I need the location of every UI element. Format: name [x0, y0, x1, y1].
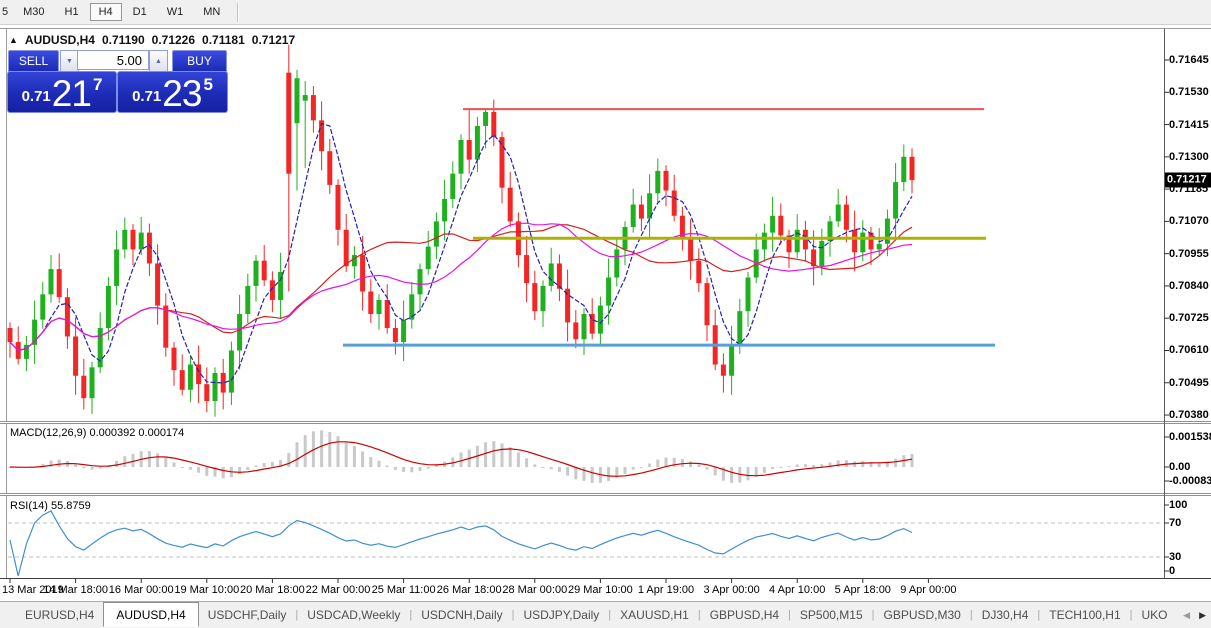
timeframe-toolbar: 5 M30 H1 H4 D1 W1 MN: [0, 0, 1211, 25]
ohlc-low: 0.71181: [202, 33, 245, 47]
chart-tab-bar: EURUSD,H4 AUDUSD,H4 USDCHF,Daily | USDCAD,We…: [0, 601, 1211, 628]
indicator-axis-label: 0.00: [1169, 461, 1191, 473]
bid-price-sup: 7: [92, 75, 103, 94]
indicator-axis-label: -0.000835: [1169, 475, 1211, 487]
price-axis-label: 0.70495: [1169, 376, 1209, 389]
ohlc-close: 0.71217: [251, 33, 296, 47]
bid-price-big: 21: [51, 72, 92, 114]
tab-xauusd-h1[interactable]: XAUUSD,H1: [611, 604, 698, 626]
timeframe-button-h1[interactable]: H1: [56, 3, 88, 21]
timeframe-button-mn[interactable]: MN: [194, 3, 229, 21]
time-axis-label: 22 Mar 00:00: [305, 584, 371, 596]
timeframe-button-d1[interactable]: D1: [124, 3, 156, 21]
timeframe-button-5[interactable]: 5: [1, 3, 12, 21]
tab-usdcad-weekly[interactable]: USDCAD,Weekly: [298, 604, 409, 626]
tab-sp500-m15[interactable]: SP500,M15: [791, 604, 872, 626]
ask-price-prefix: 0.71: [132, 88, 162, 105]
price-axis-label: 0.70380: [1169, 409, 1209, 422]
indicator-axis-label: 100: [1169, 499, 1188, 511]
price-axis-label: 0.70610: [1169, 344, 1209, 357]
time-axis-label: 19 Mar 10:00: [174, 584, 240, 596]
terminal-window: 5 M30 H1 H4 D1 W1 MN ▲ AUDUSD,H4 0.71190 0.712…: [0, 0, 1211, 628]
sell-button[interactable]: SELL: [8, 50, 59, 73]
timeframe-button-m30[interactable]: M30: [14, 3, 53, 21]
ohlc-high: 0.71226: [151, 33, 196, 47]
tab-gbpusd-h4[interactable]: GBPUSD,H4: [701, 604, 788, 626]
tab-scroll-left-icon[interactable]: ◀: [1183, 610, 1190, 621]
price-axis-label: 0.71415: [1169, 118, 1209, 131]
volume-input[interactable]: [77, 50, 149, 70]
time-axis-label: 4 Apr 10:00: [769, 584, 826, 596]
time-axis-label: 1 Apr 19:00: [637, 584, 695, 596]
macd-label: MACD(12,26,9) 0.000392 0.000174: [10, 427, 185, 439]
tab-usdjpy-daily[interactable]: USDJPY,Daily: [514, 604, 608, 626]
indicator-axis-label: 30: [1169, 551, 1182, 563]
price-axis-label: 0.71645: [1169, 54, 1209, 66]
sell-price-button[interactable]: 0.71 21 7: [7, 71, 117, 113]
tab-scroll-arrows: ◀ ▶: [1183, 610, 1206, 621]
time-axis-label: 9 Apr 00:00: [900, 584, 957, 596]
tab-usdchf-daily[interactable]: USDCHF,Daily: [199, 604, 296, 626]
chart-symbol-label: AUDUSD,H4: [24, 33, 95, 47]
spinner-down-icon: ▼: [66, 57, 73, 65]
time-axis-label: 20 Mar 18:00: [239, 584, 305, 596]
tab-gbpusd-m30[interactable]: GBPUSD,M30: [874, 604, 969, 626]
price-axis-label: 0.71300: [1169, 150, 1209, 163]
price-axis-label: 0.71070: [1169, 215, 1209, 228]
tab-tech100-h1[interactable]: TECH100,H1: [1040, 604, 1129, 626]
time-axis-label: 3 Apr 00:00: [703, 584, 760, 596]
tab-eurusd-h4[interactable]: EURUSD,H4: [16, 604, 103, 626]
volume-increase-button[interactable]: ▲: [149, 50, 168, 72]
price-axis-label: 0.70840: [1169, 279, 1209, 292]
price-axis-label: 0.71530: [1169, 86, 1209, 99]
time-axis-label: 29 Mar 10:00: [567, 584, 633, 596]
toolbar-separator: [237, 2, 240, 22]
tab-uko[interactable]: UKO: [1132, 604, 1176, 626]
time-axis-label: 26 Mar 18:00: [436, 584, 502, 596]
price-axis-label: 0.70725: [1169, 312, 1209, 325]
tab-scroll-right-icon[interactable]: ▶: [1199, 610, 1206, 621]
buy-price-button[interactable]: 0.71 23 5: [117, 71, 228, 113]
tab-dj30-h4[interactable]: DJ30,H4: [973, 604, 1038, 626]
tab-audusd-h4[interactable]: AUDUSD,H4: [103, 601, 199, 627]
timeframe-button-h4[interactable]: H4: [89, 3, 122, 21]
current-price-tag: 0.71217: [1165, 172, 1211, 188]
buy-button[interactable]: BUY: [172, 50, 227, 73]
time-axis-label: 14 Mar 18:00: [43, 584, 109, 596]
tab-usdcnh-daily[interactable]: USDCNH,Daily: [412, 604, 511, 626]
time-axis-label: 28 Mar 00:00: [502, 584, 568, 596]
time-axis-label: 5 Apr 18:00: [834, 584, 891, 596]
indicator-axis-label: 0: [1169, 565, 1176, 577]
time-axis-label: 16 Mar 00:00: [108, 584, 174, 596]
indicator-axis-label: 70: [1169, 517, 1182, 529]
time-axis-label: 25 Mar 11:00: [371, 584, 436, 596]
price-axis-label: 0.70955: [1169, 247, 1209, 260]
ohlc-open: 0.71190: [101, 33, 145, 47]
ask-price-big: 23: [162, 72, 202, 114]
collapse-one-click-icon[interactable]: ▲: [9, 35, 18, 45]
timeframe-button-w1[interactable]: W1: [158, 3, 193, 21]
indicator-axis-label: 0.001538: [1169, 431, 1211, 443]
bid-price-prefix: 0.71: [21, 88, 51, 105]
chart-header: ▲ AUDUSD,H4 0.71190 0.71226 0.71181 0.71…: [9, 33, 295, 47]
rsi-label: RSI(14) 55.8759: [10, 500, 91, 512]
spinner-up-icon: ▲: [155, 57, 162, 65]
ask-price-sup: 5: [203, 75, 213, 94]
